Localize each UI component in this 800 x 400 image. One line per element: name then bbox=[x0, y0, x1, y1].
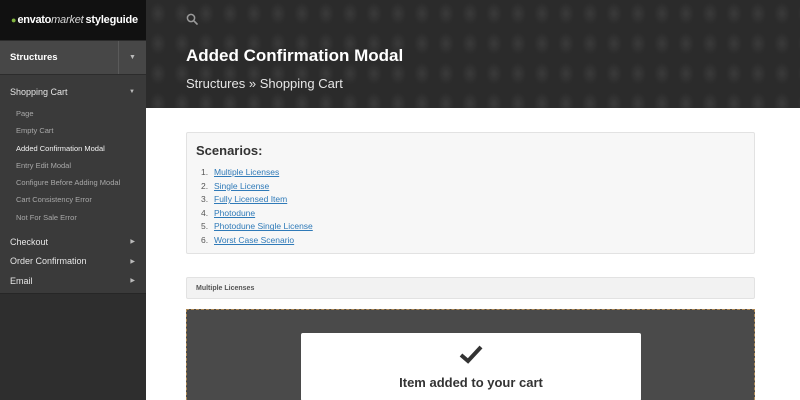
list-number: 3. bbox=[201, 194, 209, 205]
sidebar-item-order-confirmation[interactable]: Order Confirmation ▶ bbox=[0, 252, 146, 272]
modal-preview-area: Item added to your cart bbox=[186, 309, 755, 400]
sidebar-group: Shopping Cart ▼ Page Empty Cart Added Co… bbox=[0, 75, 146, 291]
section-label-bar: Multiple Licenses bbox=[186, 277, 755, 299]
sidebar-footer bbox=[0, 293, 146, 400]
list-item: 4. Photodune bbox=[201, 207, 313, 221]
scenarios-list: 1. Multiple Licenses 2. Single License 3. F… bbox=[201, 166, 313, 248]
brand-envato: envato bbox=[17, 14, 52, 26]
page-title: Added Confirmation Modal bbox=[186, 46, 404, 65]
search-icon[interactable] bbox=[186, 12, 198, 30]
sidebar-item-label: Email bbox=[10, 275, 33, 286]
sidebar-item-label: Checkout bbox=[10, 236, 49, 247]
sidebar-item-label: Shopping Cart bbox=[10, 87, 68, 97]
sidebar-subitem-page[interactable]: Page bbox=[0, 105, 146, 122]
sidebar-subitem-cart-consistency-error[interactable]: Cart Consistency Error bbox=[0, 191, 146, 208]
list-item: 6. Worst Case Scenario bbox=[201, 234, 313, 248]
scenarios-title: Scenarios: bbox=[196, 143, 263, 158]
sidebar-subitem-not-for-sale-error[interactable]: Not For Sale Error bbox=[0, 209, 146, 226]
check-icon bbox=[301, 344, 641, 364]
sidebar-subnav: Page Empty Cart Added Confirmation Modal… bbox=[0, 100, 146, 232]
brand-logo[interactable]: ● envato market styleguide bbox=[0, 0, 146, 40]
scenario-link-photodune[interactable]: Photodune bbox=[214, 208, 255, 218]
list-item: 1. Multiple Licenses bbox=[201, 166, 313, 180]
list-item: 5. Photodune Single License bbox=[201, 220, 313, 234]
caret-down-icon: ▼ bbox=[129, 89, 135, 95]
brand-styleguide: styleguide bbox=[85, 14, 139, 26]
modal-title: Item added to your cart bbox=[399, 375, 543, 390]
cart-confirmation-modal: Item added to your cart bbox=[301, 333, 641, 400]
caret-down-icon[interactable]: ▼ bbox=[118, 41, 146, 74]
sidebar-item-shopping-cart[interactable]: Shopping Cart ▼ bbox=[0, 84, 146, 100]
brand-market: market bbox=[51, 14, 84, 26]
scenario-link-worst-case-scenario[interactable]: Worst Case Scenario bbox=[214, 235, 294, 245]
list-number: 2. bbox=[201, 180, 209, 191]
sidebar: ● envato market styleguide Structures ▼ … bbox=[0, 0, 146, 400]
list-item: 3. Fully Licensed Item bbox=[201, 193, 313, 207]
sidebar-subitem-configure-before-adding-modal[interactable]: Configure Before Adding Modal bbox=[0, 174, 146, 191]
caret-right-icon: ▶ bbox=[130, 258, 135, 265]
sidebar-subitem-empty-cart[interactable]: Empty Cart bbox=[0, 122, 146, 139]
scenarios-panel: Scenarios: 1. Multiple Licenses 2. Single … bbox=[186, 132, 755, 254]
leaf-icon: ● bbox=[11, 15, 17, 25]
caret-right-icon: ▶ bbox=[130, 239, 135, 246]
page-header: Added Confirmation Modal Structures » Sh… bbox=[146, 0, 800, 108]
list-item: 2. Single License bbox=[201, 180, 313, 194]
scenario-link-fully-licensed-item[interactable]: Fully Licensed Item bbox=[214, 194, 287, 204]
sidebar-subitem-added-confirmation-modal[interactable]: Added Confirmation Modal bbox=[0, 140, 146, 157]
list-number: 6. bbox=[201, 234, 209, 245]
scenario-link-single-license[interactable]: Single License bbox=[214, 181, 269, 191]
scenario-link-photodune-single-license[interactable]: Photodune Single License bbox=[214, 221, 313, 231]
sidebar-item-label: Order Confirmation bbox=[10, 256, 87, 267]
sidebar-subitem-entry-edit-modal[interactable]: Entry Edit Modal bbox=[0, 157, 146, 174]
breadcrumb: Structures » Shopping Cart bbox=[186, 76, 343, 91]
list-number: 4. bbox=[201, 207, 209, 218]
sidebar-section-label: Structures bbox=[10, 52, 58, 63]
list-number: 5. bbox=[201, 221, 209, 232]
sidebar-item-checkout[interactable]: Checkout ▶ bbox=[0, 232, 146, 252]
caret-right-icon: ▶ bbox=[130, 278, 135, 285]
sidebar-section-structures[interactable]: Structures ▼ bbox=[0, 40, 146, 75]
list-number: 1. bbox=[201, 167, 209, 177]
sidebar-item-email[interactable]: Email ▶ bbox=[0, 271, 146, 291]
scenario-link-multiple-licenses[interactable]: Multiple Licenses bbox=[214, 167, 279, 177]
